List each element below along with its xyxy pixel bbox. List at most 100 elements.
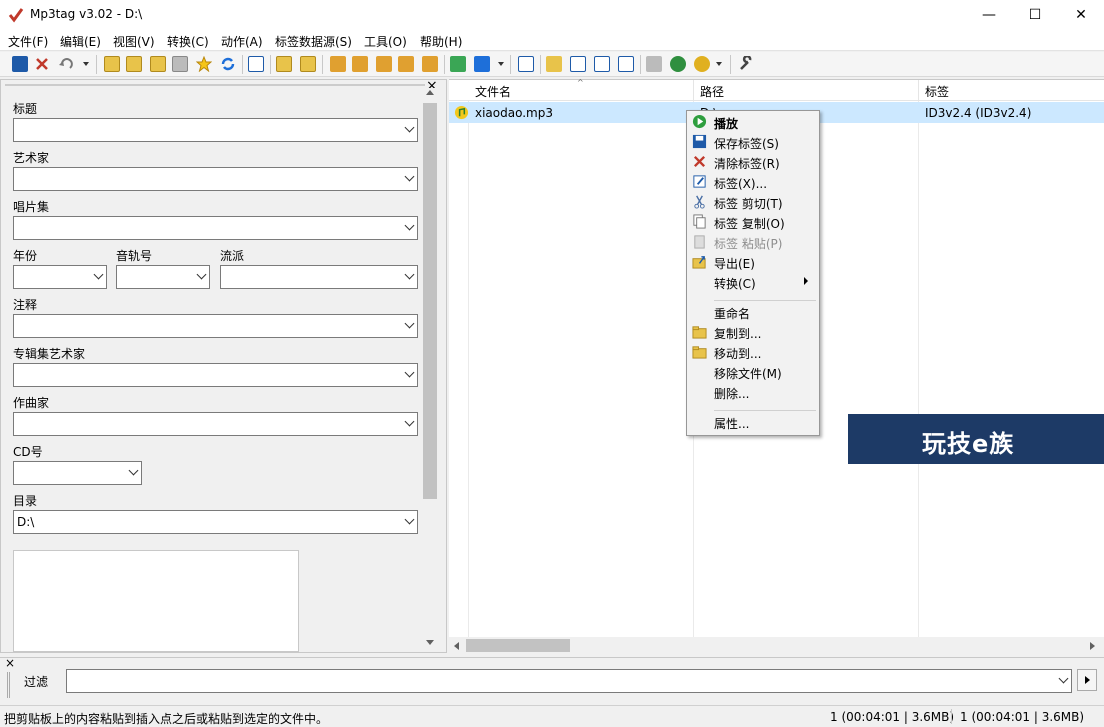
drive-icon[interactable] <box>172 56 188 72</box>
filter-close-icon[interactable]: × <box>5 656 15 670</box>
add-folder-icon[interactable] <box>126 56 142 72</box>
menu-item-move-to[interactable]: 移动到... <box>687 342 819 362</box>
tag-panel: × 标题 艺术家 唱片集 年份 音轨号 流派 注释 专辑集艺术家 作曲家 CD号… <box>0 78 447 653</box>
move-to-folder-icon[interactable] <box>300 56 316 72</box>
remove-tag-icon <box>693 155 706 168</box>
genre-label: 流派 <box>220 249 245 263</box>
chevron-down-icon <box>404 171 415 182</box>
tag-to-tag-icon[interactable] <box>376 56 392 72</box>
menu-file[interactable]: 文件(F) <box>8 33 48 50</box>
cover-art-box[interactable] <box>13 550 299 652</box>
chevron-down-icon <box>93 269 104 280</box>
case-convert-icon[interactable] <box>594 56 610 72</box>
favorites-star-icon[interactable] <box>196 56 212 72</box>
scroll-thumb[interactable] <box>423 103 437 499</box>
genre-combo[interactable] <box>220 265 418 289</box>
remove-tag-icon[interactable] <box>34 56 50 72</box>
menu-help[interactable]: 帮助(H) <box>420 33 462 50</box>
scroll-down-icon <box>426 640 434 645</box>
refresh-icon[interactable] <box>220 56 236 72</box>
save-icon[interactable] <box>12 56 28 72</box>
comment-label: 注释 <box>13 298 38 312</box>
panel-grip <box>5 84 425 86</box>
menu-view[interactable]: 视图(V) <box>113 33 155 50</box>
menu-item-remove-file[interactable]: 移除文件(M) <box>687 362 819 382</box>
menu-item-copy-to[interactable]: 复制到... <box>687 322 819 342</box>
auto-numbering-icon[interactable] <box>618 56 634 72</box>
context-menu: 播放 保存标签(S) 清除标签(R) 标签(X)... 标签 剪切(T) 标签 … <box>686 110 820 436</box>
filter-input[interactable] <box>66 669 1072 693</box>
actions-quick-icon[interactable] <box>474 56 490 72</box>
tag-to-filename-icon[interactable] <box>330 56 346 72</box>
menu-edit[interactable]: 编辑(E) <box>60 33 101 50</box>
menu-item-play[interactable]: 播放 <box>687 112 819 132</box>
filter-go-button[interactable] <box>1077 669 1097 691</box>
track-combo[interactable] <box>116 265 210 289</box>
album-combo[interactable] <box>13 216 418 240</box>
album-label: 唱片集 <box>13 200 50 214</box>
export-icon[interactable] <box>546 56 562 72</box>
playlist-icon[interactable] <box>150 56 166 72</box>
menu-item-extended-tags[interactable]: 标签(X)... <box>687 172 819 192</box>
comment-combo[interactable] <box>13 314 418 338</box>
maximize-button[interactable]: ☐ <box>1012 0 1058 30</box>
filename-to-filename-icon[interactable] <box>422 56 438 72</box>
extended-tags-icon[interactable] <box>518 56 534 72</box>
text-file-to-tag-icon[interactable] <box>398 56 414 72</box>
settings-wrench-icon[interactable] <box>738 56 754 72</box>
column-tag[interactable]: 标签 <box>919 80 1104 100</box>
copy-to-folder-icon[interactable] <box>276 56 292 72</box>
paste-icon <box>694 235 705 249</box>
menu-item-export[interactable]: 导出(E) <box>687 252 819 272</box>
menu-item-properties[interactable]: 属性... <box>687 412 819 432</box>
scroll-right-icon <box>1090 642 1095 650</box>
menu-item-tag-cut[interactable]: 标签 剪切(T) <box>687 192 819 212</box>
actions-dropdown-icon[interactable] <box>498 62 504 66</box>
undo-icon[interactable] <box>58 56 74 72</box>
freedb-icon[interactable] <box>646 56 662 72</box>
album-artist-combo[interactable] <box>13 363 418 387</box>
title-label: 标题 <box>13 102 38 116</box>
menu-item-save-tag[interactable]: 保存标签(S) <box>687 132 819 152</box>
menu-actions[interactable]: 动作(A) <box>221 33 263 50</box>
status-bar: 把剪贴板上的内容粘贴到插入点之后或粘贴到选定的文件中。 1 (00:04:01 … <box>0 705 1104 726</box>
chevron-down-icon <box>404 122 415 133</box>
undo-dropdown-icon[interactable] <box>83 62 89 66</box>
menu-tag-sources[interactable]: 标签数据源(S) <box>275 33 352 50</box>
web-sources-icon[interactable] <box>670 56 686 72</box>
tag-panel-icon[interactable] <box>248 56 264 72</box>
menu-item-delete[interactable]: 删除... <box>687 382 819 402</box>
filter-grip <box>7 672 10 698</box>
menu-item-convert[interactable]: 转换(C) <box>687 272 819 292</box>
directory-combo[interactable]: D:\ <box>13 510 418 534</box>
menu-tools[interactable]: 工具(O) <box>364 33 407 50</box>
folder-copy-icon <box>692 326 707 339</box>
tag-sources-icon[interactable] <box>694 56 710 72</box>
menu-item-remove-tag[interactable]: 清除标签(R) <box>687 152 819 172</box>
title-combo[interactable] <box>13 118 418 142</box>
close-button[interactable]: ✕ <box>1058 0 1104 30</box>
export-icon <box>692 256 706 269</box>
artist-combo[interactable] <box>13 167 418 191</box>
resize-grip-icon[interactable] <box>1086 710 1100 724</box>
menu-convert[interactable]: 转换(C) <box>167 33 209 50</box>
actions-icon[interactable] <box>450 56 466 72</box>
filename-to-tag-icon[interactable] <box>352 56 368 72</box>
year-combo[interactable] <box>13 265 107 289</box>
title-bar: Mp3tag v3.02 - D:\ — ☐ ✕ <box>0 0 1104 30</box>
composer-combo[interactable] <box>13 412 418 436</box>
column-path[interactable]: 路径 <box>694 80 919 100</box>
artist-label: 艺术家 <box>13 151 50 165</box>
scroll-thumb[interactable] <box>466 639 570 652</box>
panel-scrollbar[interactable] <box>422 88 438 652</box>
menu-item-rename[interactable]: 重命名 <box>687 302 819 322</box>
playlist-export-icon[interactable] <box>570 56 586 72</box>
list-horizontal-scrollbar[interactable] <box>449 637 1104 654</box>
menu-item-tag-copy[interactable]: 标签 复制(O) <box>687 212 819 232</box>
open-folder-icon[interactable] <box>104 56 120 72</box>
cd-number-combo[interactable] <box>13 461 142 485</box>
chevron-down-icon <box>404 514 415 525</box>
minimize-button[interactable]: — <box>966 0 1012 30</box>
mp3tag-app-icon <box>8 8 24 23</box>
tag-sources-dropdown-icon[interactable] <box>716 62 722 66</box>
